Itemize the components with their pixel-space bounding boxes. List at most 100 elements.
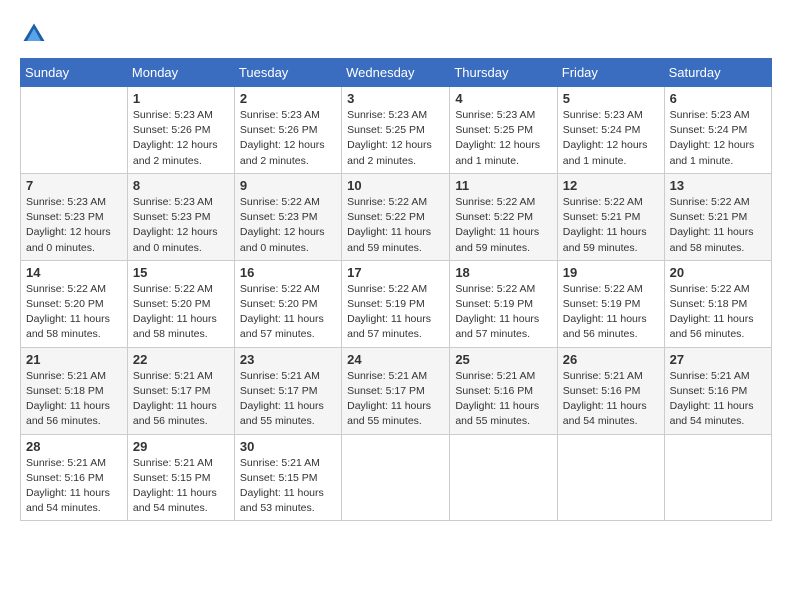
calendar-cell: 12 Sunrise: 5:22 AM Sunset: 5:21 PM Dayli… [557, 173, 664, 260]
calendar-week-row: 1 Sunrise: 5:23 AM Sunset: 5:26 PM Daylig… [21, 87, 772, 174]
calendar-cell: 28 Sunrise: 5:21 AM Sunset: 5:16 PM Dayli… [21, 434, 128, 521]
day-info: Sunrise: 5:22 AM Sunset: 5:21 PM Dayligh… [670, 195, 766, 256]
calendar-cell: 10 Sunrise: 5:22 AM Sunset: 5:22 PM Dayli… [342, 173, 450, 260]
weekday-header: Monday [127, 59, 234, 87]
weekday-header: Tuesday [234, 59, 341, 87]
calendar-cell: 23Sunrise: 5:21 AM Sunset: 5:17 PM Dayli… [234, 347, 341, 434]
calendar-header: SundayMondayTuesdayWednesdayThursdayFrid… [21, 59, 772, 87]
day-info: Sunrise: 5:23 AM Sunset: 5:25 PM Dayligh… [455, 108, 551, 169]
calendar-cell: 7 Sunrise: 5:23 AM Sunset: 5:23 PM Daylig… [21, 173, 128, 260]
calendar-cell: 6 Sunrise: 5:23 AM Sunset: 5:24 PM Daylig… [664, 87, 771, 174]
day-info: Sunrise: 5:23 AM Sunset: 5:26 PM Dayligh… [240, 108, 336, 169]
calendar-cell: 2 Sunrise: 5:23 AM Sunset: 5:26 PM Daylig… [234, 87, 341, 174]
calendar-cell: 30 Sunrise: 5:21 AM Sunset: 5:15 PM Dayli… [234, 434, 341, 521]
day-number: 5 [563, 91, 659, 106]
day-number: 21 [26, 352, 122, 367]
day-info: Sunrise: 5:22 AM Sunset: 5:21 PM Dayligh… [563, 195, 659, 256]
day-info: Sunrise: 5:22 AM Sunset: 5:19 PM Dayligh… [347, 282, 444, 343]
day-number: 8 [133, 178, 229, 193]
calendar-cell: 16Sunrise: 5:22 AM Sunset: 5:20 PM Dayli… [234, 260, 341, 347]
calendar-cell: 27Sunrise: 5:21 AM Sunset: 5:16 PM Dayli… [664, 347, 771, 434]
weekday-header: Sunday [21, 59, 128, 87]
day-info: Sunrise: 5:23 AM Sunset: 5:24 PM Dayligh… [563, 108, 659, 169]
day-info: Sunrise: 5:21 AM Sunset: 5:17 PM Dayligh… [133, 369, 229, 430]
day-info: Sunrise: 5:23 AM Sunset: 5:23 PM Dayligh… [133, 195, 229, 256]
calendar-week-row: 21 Sunrise: 5:21 AM Sunset: 5:18 PM Dayli… [21, 347, 772, 434]
day-info: Sunrise: 5:21 AM Sunset: 5:16 PM Dayligh… [455, 369, 551, 430]
day-info: Sunrise: 5:22 AM Sunset: 5:18 PM Dayligh… [670, 282, 766, 343]
day-number: 14 [26, 265, 122, 280]
weekday-header: Wednesday [342, 59, 450, 87]
day-number: 26 [563, 352, 659, 367]
day-number: 18 [455, 265, 551, 280]
day-number: 3 [347, 91, 444, 106]
calendar-cell [557, 434, 664, 521]
logo [20, 20, 52, 48]
day-info: Sunrise: 5:22 AM Sunset: 5:20 PM Dayligh… [133, 282, 229, 343]
calendar-cell: 5 Sunrise: 5:23 AM Sunset: 5:24 PM Daylig… [557, 87, 664, 174]
day-number: 7 [26, 178, 122, 193]
day-info: Sunrise: 5:21 AM Sunset: 5:15 PM Dayligh… [240, 456, 336, 517]
day-info: Sunrise: 5:21 AM Sunset: 5:16 PM Dayligh… [670, 369, 766, 430]
day-info: Sunrise: 5:21 AM Sunset: 5:16 PM Dayligh… [563, 369, 659, 430]
calendar-cell: 8 Sunrise: 5:23 AM Sunset: 5:23 PM Daylig… [127, 173, 234, 260]
page-header [20, 20, 772, 48]
day-info: Sunrise: 5:22 AM Sunset: 5:22 PM Dayligh… [455, 195, 551, 256]
day-number: 2 [240, 91, 336, 106]
weekday-header: Saturday [664, 59, 771, 87]
day-info: Sunrise: 5:21 AM Sunset: 5:18 PM Dayligh… [26, 369, 122, 430]
day-number: 11 [455, 178, 551, 193]
calendar-week-row: 14 Sunrise: 5:22 AM Sunset: 5:20 PM Dayli… [21, 260, 772, 347]
day-number: 29 [133, 439, 229, 454]
day-number: 25 [455, 352, 551, 367]
day-number: 6 [670, 91, 766, 106]
day-number: 13 [670, 178, 766, 193]
day-number: 9 [240, 178, 336, 193]
calendar-cell: 1 Sunrise: 5:23 AM Sunset: 5:26 PM Daylig… [127, 87, 234, 174]
day-info: Sunrise: 5:22 AM Sunset: 5:23 PM Dayligh… [240, 195, 336, 256]
calendar-cell: 3 Sunrise: 5:23 AM Sunset: 5:25 PM Daylig… [342, 87, 450, 174]
logo-icon [20, 20, 48, 48]
calendar-cell: 4 Sunrise: 5:23 AM Sunset: 5:25 PM Daylig… [450, 87, 557, 174]
calendar-cell [342, 434, 450, 521]
calendar-cell: 13 Sunrise: 5:22 AM Sunset: 5:21 PM Dayli… [664, 173, 771, 260]
day-info: Sunrise: 5:22 AM Sunset: 5:19 PM Dayligh… [455, 282, 551, 343]
day-number: 16 [240, 265, 336, 280]
calendar-week-row: 7 Sunrise: 5:23 AM Sunset: 5:23 PM Daylig… [21, 173, 772, 260]
calendar-table: SundayMondayTuesdayWednesdayThursdayFrid… [20, 58, 772, 521]
calendar-cell: 26 Sunrise: 5:21 AM Sunset: 5:16 PM Dayli… [557, 347, 664, 434]
day-number: 1 [133, 91, 229, 106]
day-info: Sunrise: 5:23 AM Sunset: 5:23 PM Dayligh… [26, 195, 122, 256]
weekday-header: Thursday [450, 59, 557, 87]
day-number: 20 [670, 265, 766, 280]
day-number: 30 [240, 439, 336, 454]
day-number: 17 [347, 265, 444, 280]
calendar-cell [664, 434, 771, 521]
day-number: 19 [563, 265, 659, 280]
day-info: Sunrise: 5:23 AM Sunset: 5:26 PM Dayligh… [133, 108, 229, 169]
day-number: 15 [133, 265, 229, 280]
day-number: 10 [347, 178, 444, 193]
day-number: 23 [240, 352, 336, 367]
day-number: 28 [26, 439, 122, 454]
day-info: Sunrise: 5:22 AM Sunset: 5:19 PM Dayligh… [563, 282, 659, 343]
calendar-week-row: 28 Sunrise: 5:21 AM Sunset: 5:16 PM Dayli… [21, 434, 772, 521]
calendar-cell: 25 Sunrise: 5:21 AM Sunset: 5:16 PM Dayli… [450, 347, 557, 434]
day-number: 4 [455, 91, 551, 106]
calendar-cell: 15 Sunrise: 5:22 AM Sunset: 5:20 PM Dayli… [127, 260, 234, 347]
day-info: Sunrise: 5:21 AM Sunset: 5:16 PM Dayligh… [26, 456, 122, 517]
day-info: Sunrise: 5:22 AM Sunset: 5:22 PM Dayligh… [347, 195, 444, 256]
day-number: 12 [563, 178, 659, 193]
day-info: Sunrise: 5:21 AM Sunset: 5:17 PM Dayligh… [347, 369, 444, 430]
calendar-cell [21, 87, 128, 174]
day-info: Sunrise: 5:22 AM Sunset: 5:20 PM Dayligh… [26, 282, 122, 343]
day-number: 22 [133, 352, 229, 367]
calendar-cell: 18 Sunrise: 5:22 AM Sunset: 5:19 PM Dayli… [450, 260, 557, 347]
day-number: 24 [347, 352, 444, 367]
calendar-cell: 17 Sunrise: 5:22 AM Sunset: 5:19 PM Dayli… [342, 260, 450, 347]
weekday-header: Friday [557, 59, 664, 87]
calendar-cell [450, 434, 557, 521]
day-info: Sunrise: 5:23 AM Sunset: 5:24 PM Dayligh… [670, 108, 766, 169]
day-info: Sunrise: 5:23 AM Sunset: 5:25 PM Dayligh… [347, 108, 444, 169]
calendar-cell: 14 Sunrise: 5:22 AM Sunset: 5:20 PM Dayli… [21, 260, 128, 347]
